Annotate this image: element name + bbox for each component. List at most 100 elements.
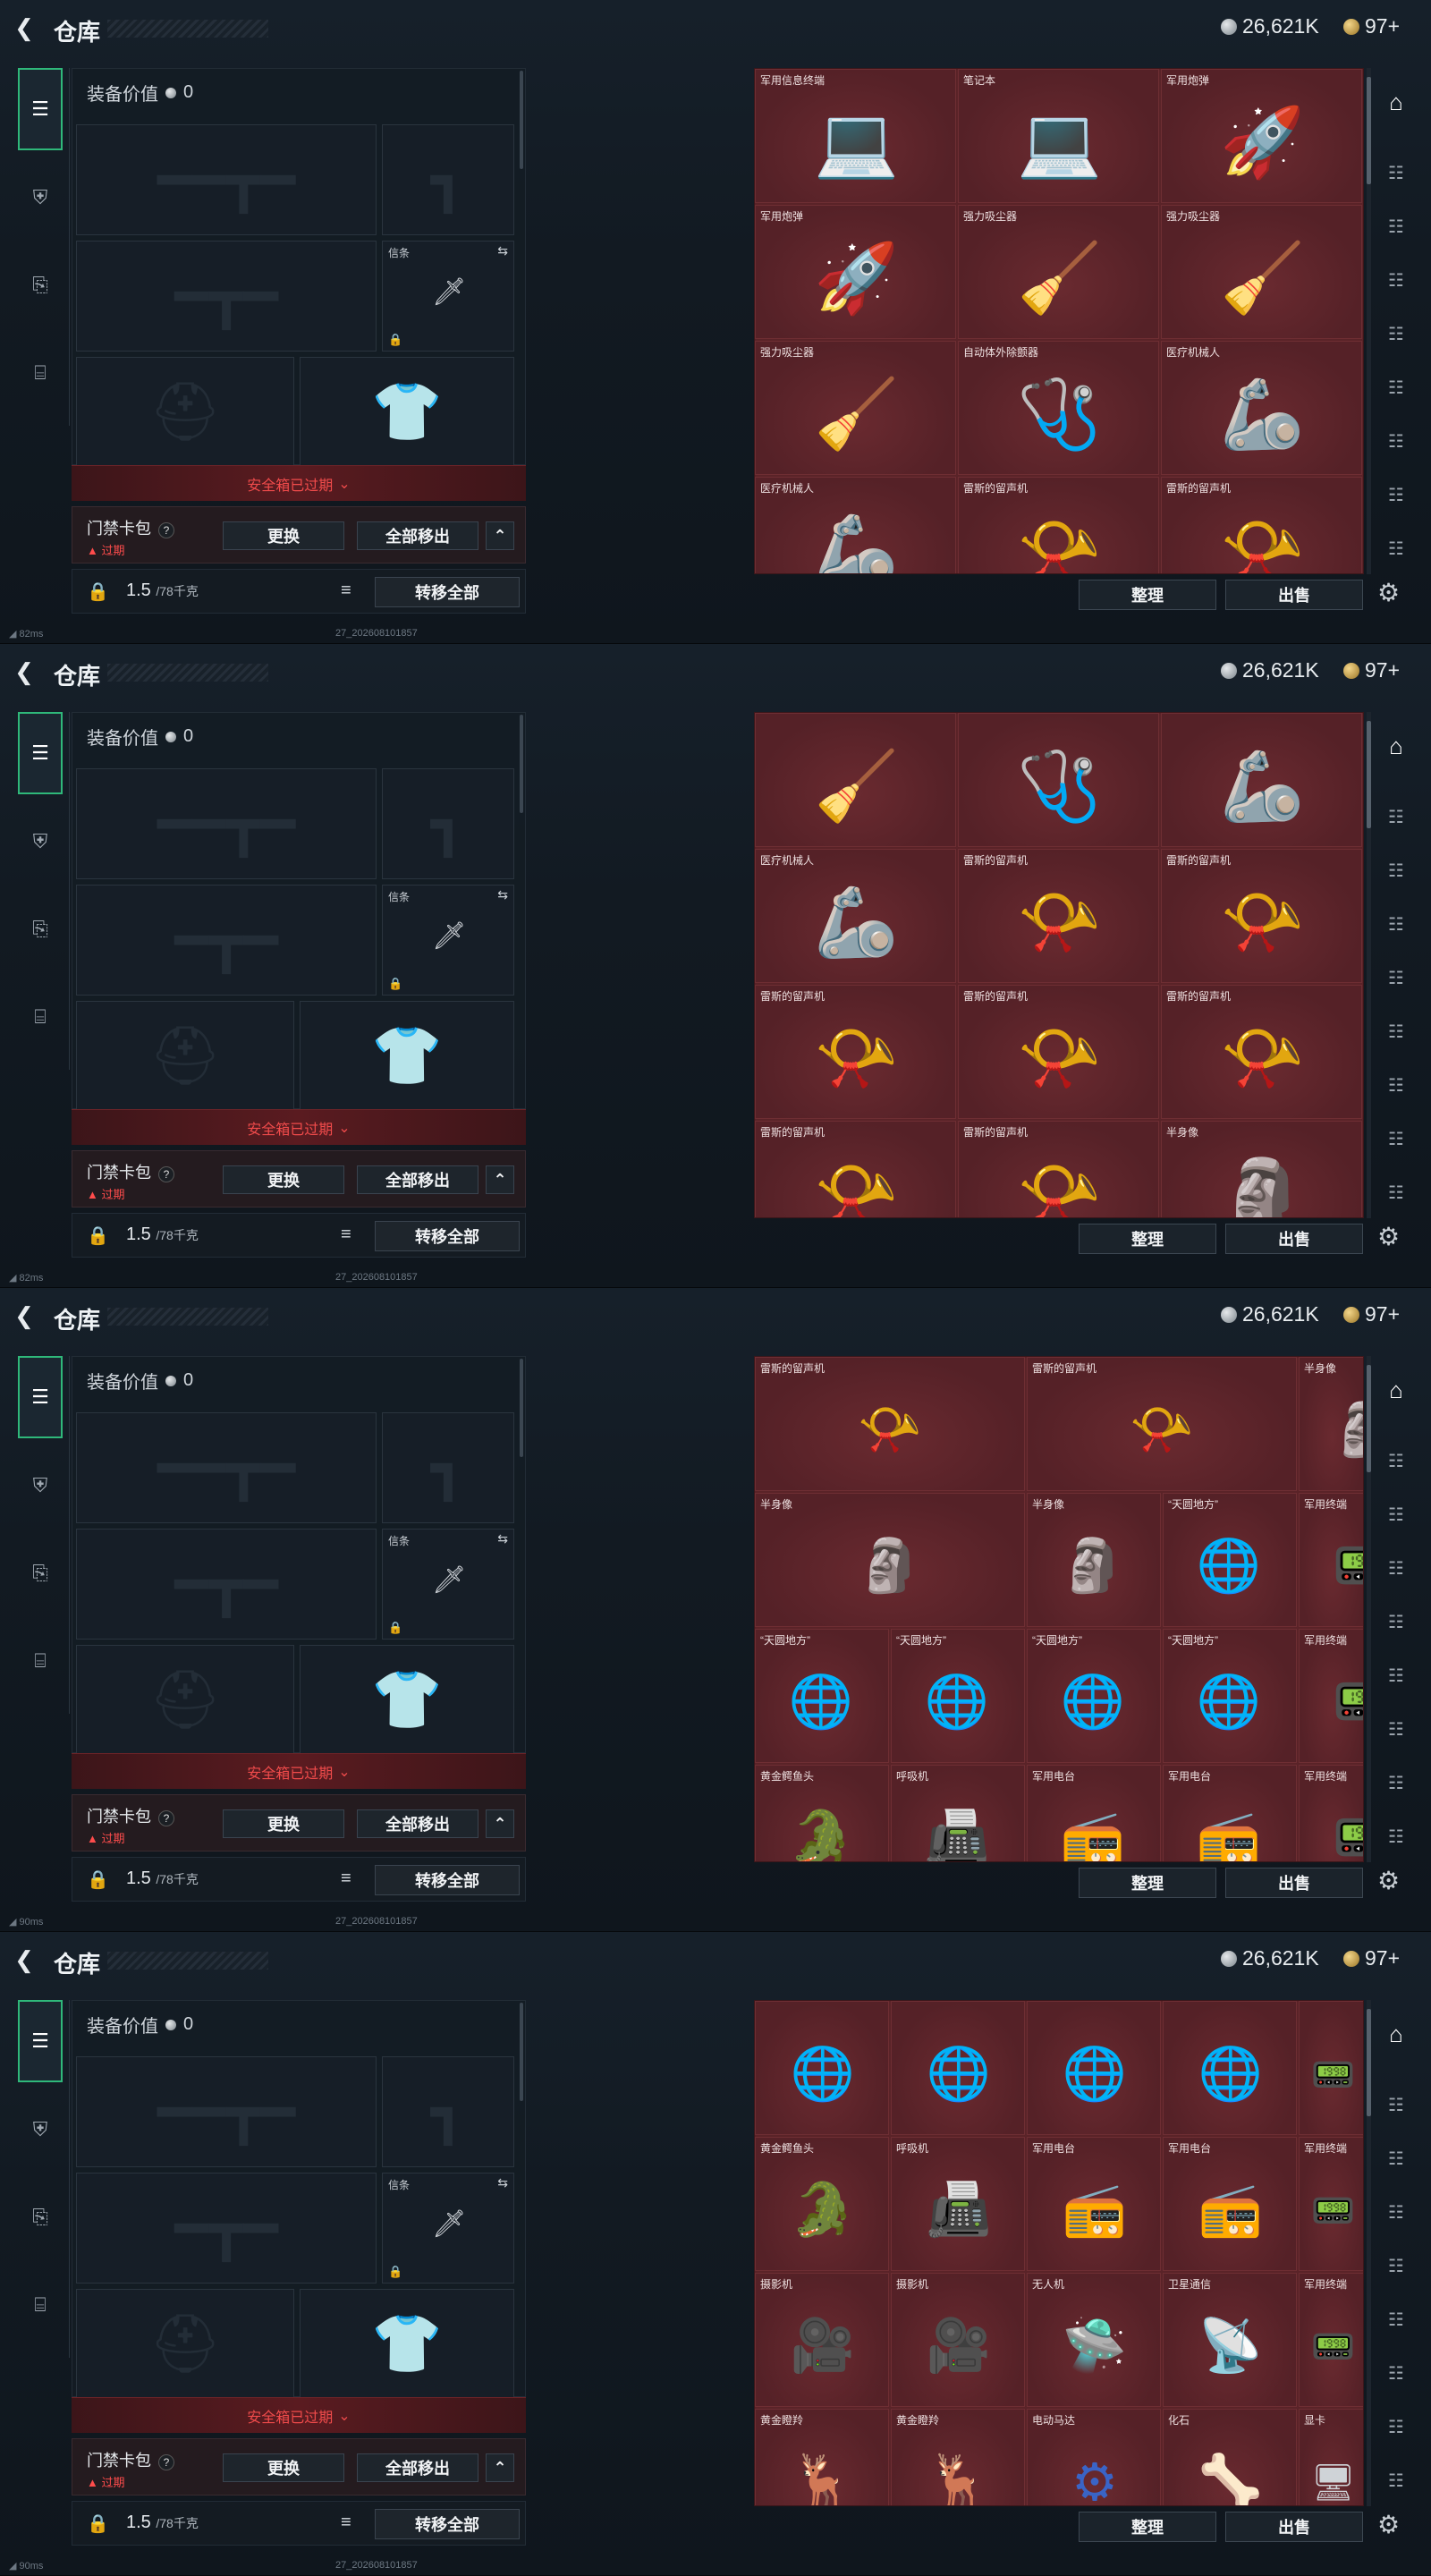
stash-scroll-thumb[interactable] xyxy=(1367,1365,1371,1472)
stash-item[interactable]: 雷斯的留声机 📯 xyxy=(1161,477,1362,573)
stash-item[interactable]: 雷斯的留声机 📯 xyxy=(1027,1357,1297,1491)
stash-item[interactable]: 军用终端 📟 xyxy=(1299,2137,1363,2271)
swap-icon[interactable]: ⇆ xyxy=(497,2175,508,2190)
stash-item[interactable]: 医疗机械人 🦾 xyxy=(755,849,956,983)
primary-weapon-slot[interactable]: ━━┳━ xyxy=(76,124,377,235)
list-icon[interactable]: ≡ xyxy=(341,1868,351,1889)
list-icon[interactable]: ≡ xyxy=(341,580,351,601)
backpack-tab[interactable]: ⎘ xyxy=(18,2195,63,2240)
chevron-left-icon[interactable]: ❮ xyxy=(11,1302,38,1329)
stash-tab-7[interactable]: ☷ xyxy=(1380,2358,1412,2390)
armor-slot[interactable]: 👕 xyxy=(300,357,514,466)
secondary-weapon-slot[interactable]: ━┳━ xyxy=(76,2173,377,2284)
stash-tab-8[interactable]: ☷ xyxy=(1380,479,1412,512)
chevron-up-icon[interactable]: ⌃ xyxy=(486,2453,514,2482)
stash-item[interactable]: 无人机 🛸 xyxy=(1027,2273,1161,2407)
list-icon[interactable]: ≡ xyxy=(341,2512,351,2533)
stash-item[interactable]: 雷斯的留声机 📯 xyxy=(958,477,1159,573)
sell-button[interactable]: 出售 xyxy=(1225,1868,1363,1898)
list-icon[interactable]: ≡ xyxy=(341,1224,351,1245)
stash-item[interactable]: 雷斯的留声机 📯 xyxy=(958,849,1159,983)
stash-item[interactable]: 笔记本 💻 xyxy=(958,69,1159,203)
secondary-weapon-slot[interactable]: ━┳━ xyxy=(76,241,377,352)
stash-scroll-thumb[interactable] xyxy=(1367,2009,1371,2116)
stash-tab-2[interactable]: ☷ xyxy=(1380,801,1412,834)
transfer-all-button[interactable]: 转移全部 xyxy=(375,2509,520,2539)
stash-item[interactable]: 半身像 🗿 xyxy=(1027,1493,1161,1627)
backpack-tab[interactable]: ⎘ xyxy=(18,263,63,308)
case-tab[interactable]: ⌸ xyxy=(18,2283,63,2327)
swap-icon[interactable]: ⇆ xyxy=(497,243,508,258)
stash-tab-6[interactable]: ☷ xyxy=(1380,1660,1412,1692)
stash-item[interactable]: 摄影机 🎥 xyxy=(755,2273,889,2407)
stash-scrollbar[interactable] xyxy=(1367,1356,1371,1862)
pistol-slot[interactable]: ┓ xyxy=(382,2056,514,2167)
armor-slot[interactable]: 👕 xyxy=(300,1001,514,1110)
loadout-scrollbar[interactable] xyxy=(520,1359,523,1457)
stash-item[interactable]: 雷斯的留声机 📯 xyxy=(755,1121,956,1217)
secondary-weapon-slot[interactable]: ━┳━ xyxy=(76,885,377,996)
melee-slot[interactable]: 信条 ⇆ 🗡 🔒 xyxy=(382,2173,514,2284)
helmet-slot[interactable]: ⛑ xyxy=(76,1645,294,1754)
replace-button[interactable]: 更换 xyxy=(223,1809,344,1838)
stash-scrollbar[interactable] xyxy=(1367,68,1371,574)
stash-item[interactable]: 军用炮弹 🚀 xyxy=(1161,69,1362,203)
pistol-slot[interactable]: ┓ xyxy=(382,1412,514,1523)
stash-item[interactable]: 军用信息终端 💻 xyxy=(755,69,956,203)
stash-item[interactable]: 自动体外除颤器 🩺 xyxy=(958,341,1159,475)
stash-item[interactable]: 化石 🦴 xyxy=(1163,2409,1297,2505)
stash-tab-2[interactable]: ☷ xyxy=(1380,1445,1412,1478)
stash-item[interactable]: “天圆地方” 🌐 xyxy=(1163,1629,1297,1763)
stash-scrollbar[interactable] xyxy=(1367,2000,1371,2506)
stash-home-icon[interactable]: ⌂ xyxy=(1380,730,1412,762)
transfer-all-button[interactable]: 转移全部 xyxy=(375,1221,520,1251)
transfer-all-button[interactable]: 转移全部 xyxy=(375,577,520,607)
stash-scrollbar[interactable] xyxy=(1367,712,1371,1218)
stash-tab-6[interactable]: ☷ xyxy=(1380,2304,1412,2336)
stash-item[interactable]: 军用电台 📻 xyxy=(1027,1765,1161,1861)
stash-tab-7[interactable]: ☷ xyxy=(1380,1070,1412,1102)
primary-weapon-slot[interactable]: ━━┳━ xyxy=(76,768,377,879)
loadout-scrollbar[interactable] xyxy=(520,715,523,813)
sell-button[interactable]: 出售 xyxy=(1225,580,1363,610)
help-icon[interactable]: ? xyxy=(158,1810,174,1826)
gear-icon[interactable]: ⚙ xyxy=(1377,578,1400,607)
help-icon[interactable]: ? xyxy=(158,2454,174,2470)
stash-item[interactable]: 🌐 xyxy=(1163,2001,1297,2135)
case-tab[interactable]: ⌸ xyxy=(18,995,63,1039)
chevron-up-icon[interactable]: ⌃ xyxy=(486,521,514,550)
stash-tab-4[interactable]: ☷ xyxy=(1380,1553,1412,1585)
gear-icon[interactable]: ⚙ xyxy=(1377,1222,1400,1251)
helmet-slot[interactable]: ⛑ xyxy=(76,357,294,466)
gear-icon[interactable]: ⚙ xyxy=(1377,1866,1400,1895)
stash-tab-3[interactable]: ☷ xyxy=(1380,2143,1412,2175)
stash-home-icon[interactable]: ⌂ xyxy=(1380,1374,1412,1406)
gold-currency[interactable]: 97+ xyxy=(1343,14,1400,38)
stash-item[interactable]: 军用终端 📟 xyxy=(1299,2273,1363,2407)
stash-tab-5[interactable]: ☷ xyxy=(1380,962,1412,995)
backpack-tab[interactable]: ⎘ xyxy=(18,907,63,952)
stash-scroll-thumb[interactable] xyxy=(1367,77,1371,184)
transfer-all-button[interactable]: 转移全部 xyxy=(375,1865,520,1895)
stash-item[interactable]: 半身像 🗿 xyxy=(755,1493,1025,1627)
stash-tab-6[interactable]: ☷ xyxy=(1380,1016,1412,1048)
stash-item[interactable]: 🌐 xyxy=(755,2001,889,2135)
stash-item[interactable]: 🩺 xyxy=(958,713,1159,847)
stash-item[interactable]: 强力吸尘器 🧹 xyxy=(755,341,956,475)
stash-item[interactable]: 呼吸机 📠 xyxy=(891,2137,1025,2271)
chevron-up-icon[interactable]: ⌃ xyxy=(486,1809,514,1838)
stash-tab-8[interactable]: ☷ xyxy=(1380,2411,1412,2444)
gold-currency[interactable]: 97+ xyxy=(1343,1302,1400,1326)
stash-item[interactable]: 军用炮弹 🚀 xyxy=(755,205,956,339)
stash-tab-4[interactable]: ☷ xyxy=(1380,909,1412,941)
stash-tab-7[interactable]: ☷ xyxy=(1380,426,1412,458)
helmet-slot[interactable]: ⛑ xyxy=(76,1001,294,1110)
sort-button[interactable]: 整理 xyxy=(1079,1868,1216,1898)
case-tab[interactable]: ⌸ xyxy=(18,1639,63,1683)
chevron-left-icon[interactable]: ❮ xyxy=(11,658,38,685)
stash-item[interactable]: 军用电台 📻 xyxy=(1163,2137,1297,2271)
remove-all-button[interactable]: 全部移出 xyxy=(357,1165,478,1194)
stash-tab-5[interactable]: ☷ xyxy=(1380,1606,1412,1639)
stash-item[interactable]: “天圆地方” 🌐 xyxy=(1027,1629,1161,1763)
armor-tab[interactable]: ⛨ xyxy=(18,2107,63,2152)
